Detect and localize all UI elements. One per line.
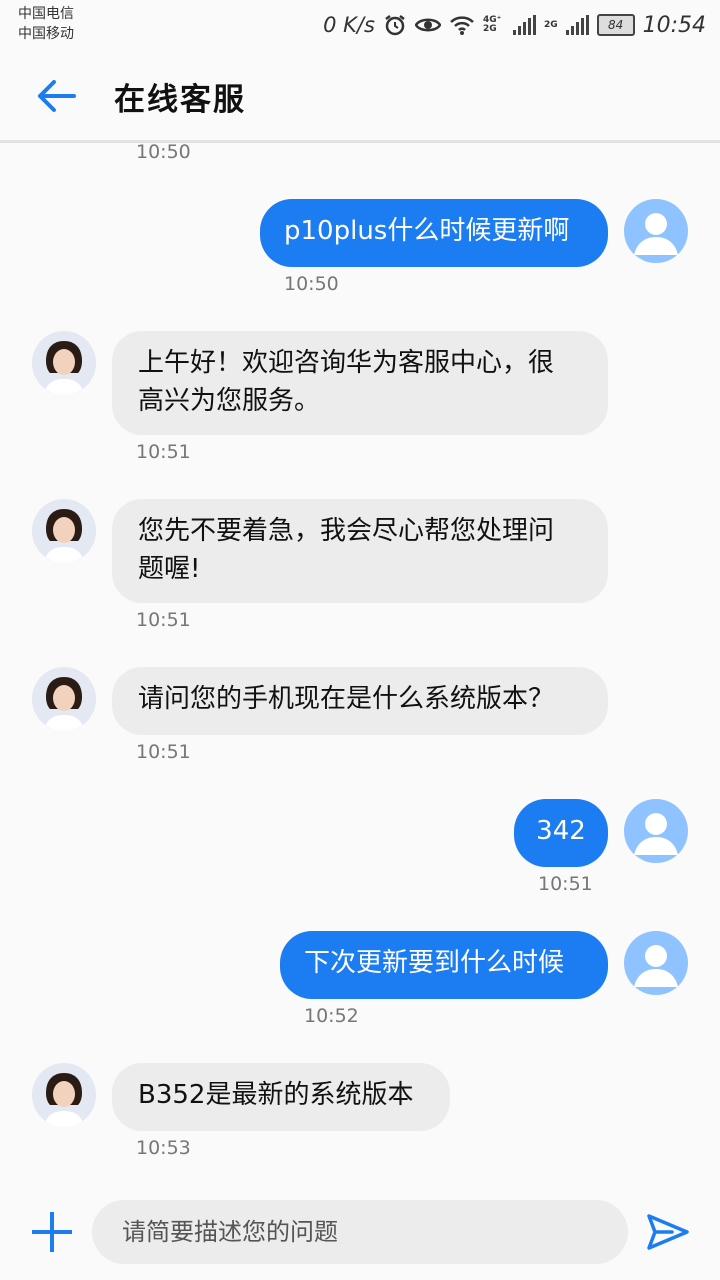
net-speed: 0 K/s (323, 13, 375, 37)
message-line: 高兴为您服务。 (138, 386, 321, 416)
agent-avatar (32, 331, 96, 395)
page-title: 在线客服 (114, 82, 246, 118)
signal-icon (512, 15, 536, 35)
agent-avatar (32, 667, 96, 731)
message-time: 10:50 (136, 141, 191, 163)
message-time: 10:53 (136, 1137, 191, 1159)
eye-icon (414, 18, 441, 32)
agent-avatar (32, 499, 96, 563)
agent-message-bubble[interactable]: 上午好！欢迎咨询华为客服中心，很 高兴为您服务。 (112, 331, 608, 435)
user-avatar (624, 799, 688, 863)
network-type-1: 4G⁺ 2G (482, 15, 502, 34)
composer-bar (0, 1180, 720, 1280)
agent-message-bubble[interactable]: B352是最新的系统版本 (112, 1063, 450, 1131)
status-bar: 中国电信 中国移动 0 K/s 4G⁺ 2G 2G 84 10:54 (0, 0, 720, 50)
message-line: B352是最新的系统版本 (138, 1080, 414, 1110)
message-line: 您先不要着急，我会尽心帮您处理问 (138, 516, 555, 546)
clock: 10:54 (642, 12, 706, 38)
send-icon[interactable] (646, 1212, 690, 1252)
wifi-icon (450, 16, 474, 35)
user-message-bubble[interactable]: 下次更新要到什么时候 (280, 931, 608, 999)
signal-icon-2 (565, 15, 589, 35)
agent-message-bubble[interactable]: 请问您的手机现在是什么系统版本？ (112, 667, 608, 735)
header: 在线客服 (0, 50, 720, 143)
message-time: 10:52 (304, 1005, 359, 1027)
message-line: 请问您的手机现在是什么系统版本？ (138, 684, 555, 714)
user-message-bubble[interactable]: p10plus什么时候更新啊 (260, 199, 608, 267)
status-icons: 0 K/s 4G⁺ 2G 2G 84 10:54 (323, 10, 706, 40)
network-type-2: 2G (543, 19, 558, 30)
message-time: 10:51 (136, 441, 191, 463)
user-avatar (624, 199, 688, 263)
message-time: 10:51 (538, 873, 593, 895)
agent-message-bubble[interactable]: 您先不要着急，我会尽心帮您处理问 题喔! (112, 499, 608, 603)
carrier-names: 中国电信 中国移动 (18, 4, 74, 44)
message-time: 10:51 (136, 609, 191, 631)
message-time: 10:51 (136, 741, 191, 763)
user-message-bubble[interactable]: 342 (514, 799, 608, 867)
user-avatar (624, 931, 688, 995)
carrier-2: 中国移动 (18, 26, 74, 42)
agent-avatar (32, 1063, 96, 1127)
message-input[interactable] (92, 1200, 628, 1264)
battery-icon: 84 (596, 14, 635, 36)
carrier-1: 中国电信 (18, 6, 74, 22)
back-arrow-icon[interactable] (34, 74, 78, 118)
alarm-icon (385, 15, 405, 36)
message-line: 题喔! (138, 554, 201, 584)
message-time: 10:50 (284, 273, 339, 295)
message-line: 上午好！欢迎咨询华为客服中心，很 (138, 348, 555, 378)
plus-icon[interactable] (32, 1212, 72, 1252)
